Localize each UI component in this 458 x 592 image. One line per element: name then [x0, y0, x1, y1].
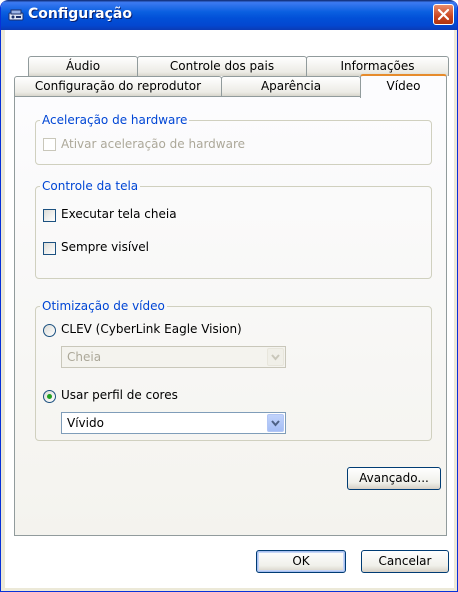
screen-control-legend: Controle da tela: [42, 179, 139, 193]
chevron-down-icon: [271, 420, 280, 427]
tab-appearance[interactable]: Aparência: [221, 76, 361, 96]
color-profile-radio[interactable]: [43, 390, 56, 403]
clev-radio[interactable]: [43, 324, 56, 337]
tab-information[interactable]: Informações: [306, 56, 449, 76]
title-bar[interactable]: Configuração: [1, 0, 457, 30]
video-optimization-legend: Otimização de vídeo: [42, 299, 165, 313]
color-profile-dropdown-arrow[interactable]: [267, 414, 284, 432]
hardware-acceleration-checkbox[interactable]: [43, 138, 56, 151]
chevron-down-icon: [271, 354, 280, 361]
always-visible-checkbox[interactable]: [43, 242, 56, 255]
video-tab-panel: Aceleração de hardware Ativar aceleração…: [14, 96, 447, 536]
window-title: Configuração: [28, 6, 132, 22]
screen-control-group: Controle da tela: [35, 179, 432, 279]
tab-audio[interactable]: Áudio: [28, 56, 138, 76]
color-profile-label: Usar perfil de cores: [61, 388, 178, 402]
tab-parental-control[interactable]: Controle dos pais: [137, 56, 307, 76]
settings-app-icon: [8, 9, 24, 21]
clev-mode-select[interactable]: Cheia: [61, 346, 286, 368]
hardware-acceleration-legend: Aceleração de hardware: [42, 113, 188, 127]
tab-player-settings[interactable]: Configuração do reprodutor: [14, 76, 222, 96]
clev-dropdown-arrow[interactable]: [267, 348, 284, 366]
clev-mode-value: Cheia: [67, 350, 102, 364]
clev-label: CLEV (CyberLink Eagle Vision): [61, 322, 242, 336]
color-profile-select[interactable]: Vívido: [61, 412, 286, 434]
color-profile-value: Vívido: [67, 416, 104, 430]
tab-video[interactable]: Vídeo: [360, 74, 447, 98]
cancel-button[interactable]: Cancelar: [361, 550, 449, 573]
dialog-body: Áudio Controle dos pais Informações Conf…: [5, 30, 454, 588]
ok-button[interactable]: OK: [256, 550, 346, 573]
fullscreen-checkbox[interactable]: [43, 209, 56, 222]
advanced-button[interactable]: Avançado...: [347, 467, 441, 490]
close-icon: [437, 8, 450, 21]
hardware-acceleration-label: Ativar aceleração de hardware: [61, 137, 246, 151]
radio-selected-dot: [47, 394, 52, 399]
fullscreen-label: Executar tela cheia: [61, 207, 177, 221]
close-button[interactable]: [433, 4, 454, 25]
always-visible-label: Sempre visível: [61, 240, 150, 254]
settings-dialog: Configuração Áudio Controle dos pais Inf…: [0, 0, 458, 592]
